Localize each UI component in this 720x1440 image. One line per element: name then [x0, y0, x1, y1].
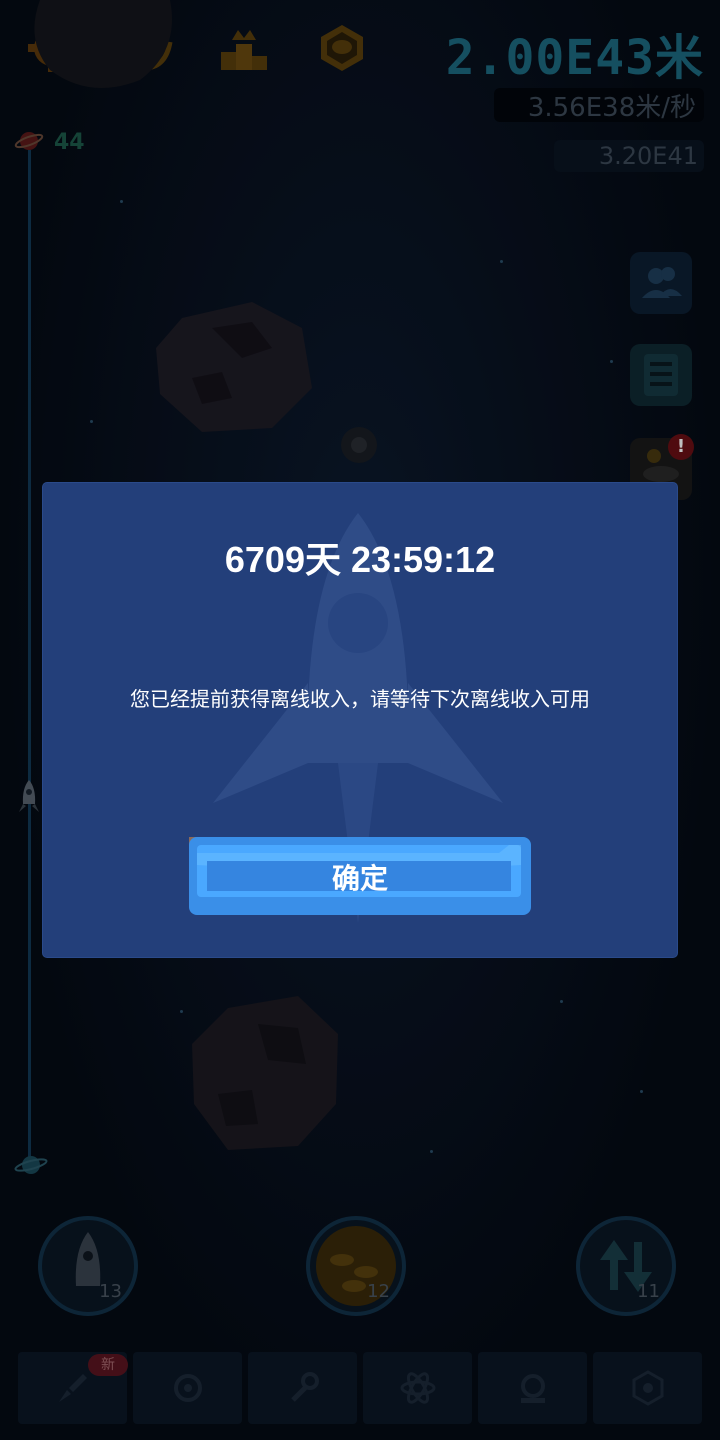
- confirm-label: 确定: [331, 862, 388, 895]
- offline-income-dialog: 6709天 23:59:12 您已经提前获得离线收入，请等待下次离线收入可用 确…: [43, 483, 677, 957]
- dialog-message: 您已经提前获得离线收入，请等待下次离线收入可用: [130, 687, 590, 711]
- confirm-button[interactable]: 确定: [189, 835, 531, 917]
- offline-time: 6709天 23:59:12: [224, 539, 496, 580]
